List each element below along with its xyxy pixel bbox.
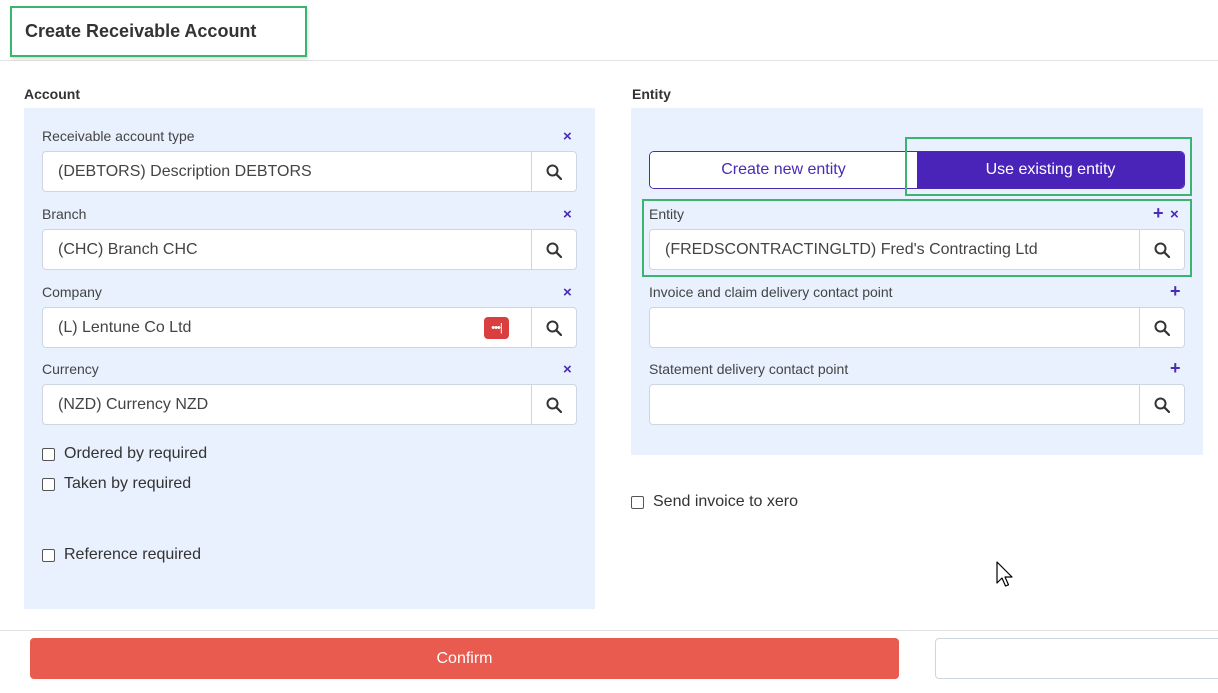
- ordered-by-required-label: Ordered by required: [64, 445, 208, 462]
- company-field[interactable]: (L) Lentune Co Ltd •••|: [42, 307, 577, 348]
- taken-by-required-row[interactable]: Taken by required: [42, 475, 191, 493]
- clear-branch-icon[interactable]: ×: [563, 207, 572, 222]
- statement-contact-value[interactable]: [650, 385, 1139, 424]
- entity-label: Entity: [649, 206, 685, 222]
- dialog-header: Create Receivable Account: [0, 0, 1218, 61]
- clear-company-icon[interactable]: ×: [563, 285, 572, 300]
- send-invoice-to-xero-checkbox[interactable]: [631, 495, 644, 509]
- receivable-account-type-field[interactable]: (DEBTORS) Description DEBTORS: [42, 151, 577, 192]
- secondary-button[interactable]: [935, 638, 1218, 679]
- receivable-account-type-value[interactable]: (DEBTORS) Description DEBTORS: [43, 152, 531, 191]
- search-icon: [546, 397, 562, 413]
- clear-currency-icon[interactable]: ×: [563, 362, 572, 377]
- reference-required-label: Reference required: [64, 546, 201, 563]
- ordered-by-required-row[interactable]: Ordered by required: [42, 445, 207, 463]
- clear-receivable-account-type-icon[interactable]: ×: [563, 129, 572, 144]
- mouse-cursor-icon: [996, 561, 1013, 587]
- search-icon: [1154, 242, 1170, 258]
- dialog-title: Create Receivable Account: [10, 6, 307, 57]
- receivable-account-type-label: Receivable account type: [42, 128, 195, 144]
- add-invoice-contact-icon[interactable]: +: [1170, 282, 1181, 300]
- invoice-contact-field[interactable]: [649, 307, 1185, 348]
- ordered-by-required-checkbox[interactable]: [42, 447, 55, 461]
- currency-value[interactable]: (NZD) Currency NZD: [43, 385, 531, 424]
- use-existing-entity-button[interactable]: Use existing entity: [917, 152, 1184, 188]
- search-icon: [546, 242, 562, 258]
- branch-label: Branch: [42, 206, 87, 222]
- clear-entity-icon[interactable]: ×: [1170, 207, 1179, 222]
- receivable-account-type-search-button[interactable]: [531, 152, 576, 191]
- statement-contact-search-button[interactable]: [1139, 385, 1184, 424]
- statement-contact-field[interactable]: [649, 384, 1185, 425]
- send-invoice-to-xero-row[interactable]: Send invoice to xero: [631, 493, 798, 511]
- create-new-entity-button[interactable]: Create new entity: [650, 152, 917, 188]
- reference-required-checkbox[interactable]: [42, 548, 55, 562]
- password-manager-icon[interactable]: •••|: [484, 317, 509, 339]
- currency-field[interactable]: (NZD) Currency NZD: [42, 384, 577, 425]
- company-value[interactable]: (L) Lentune Co Ltd •••|: [43, 308, 531, 347]
- company-search-button[interactable]: [531, 308, 576, 347]
- send-invoice-to-xero-label: Send invoice to xero: [653, 493, 798, 510]
- search-icon: [546, 164, 562, 180]
- taken-by-required-checkbox[interactable]: [42, 477, 55, 491]
- entity-search-button[interactable]: [1139, 230, 1184, 269]
- add-statement-contact-icon[interactable]: +: [1170, 359, 1181, 377]
- search-icon: [1154, 397, 1170, 413]
- search-icon: [1154, 320, 1170, 336]
- invoice-contact-label: Invoice and claim delivery contact point: [649, 284, 893, 300]
- add-entity-icon[interactable]: +: [1153, 204, 1164, 222]
- company-value-text: (L) Lentune Co Ltd: [58, 318, 192, 336]
- branch-search-button[interactable]: [531, 230, 576, 269]
- invoice-contact-search-button[interactable]: [1139, 308, 1184, 347]
- entity-value[interactable]: (FREDSCONTRACTINGLTD) Fred's Contracting…: [650, 230, 1139, 269]
- confirm-button[interactable]: Confirm: [30, 638, 899, 679]
- entity-field[interactable]: (FREDSCONTRACTINGLTD) Fred's Contracting…: [649, 229, 1185, 270]
- statement-contact-label: Statement delivery contact point: [649, 361, 849, 377]
- create-receivable-account-dialog: Create Receivable Account Account Receiv…: [0, 0, 1218, 693]
- currency-label: Currency: [42, 361, 99, 377]
- branch-value[interactable]: (CHC) Branch CHC: [43, 230, 531, 269]
- branch-field[interactable]: (CHC) Branch CHC: [42, 229, 577, 270]
- reference-required-row[interactable]: Reference required: [42, 546, 201, 564]
- invoice-contact-value[interactable]: [650, 308, 1139, 347]
- currency-search-button[interactable]: [531, 385, 576, 424]
- footer-divider: [0, 630, 1218, 631]
- entity-section-label: Entity: [632, 86, 671, 102]
- account-section-label: Account: [24, 86, 80, 102]
- taken-by-required-label: Taken by required: [64, 475, 192, 492]
- search-icon: [546, 320, 562, 336]
- entity-mode-toggle: Create new entity Use existing entity: [649, 151, 1185, 189]
- company-label: Company: [42, 284, 102, 300]
